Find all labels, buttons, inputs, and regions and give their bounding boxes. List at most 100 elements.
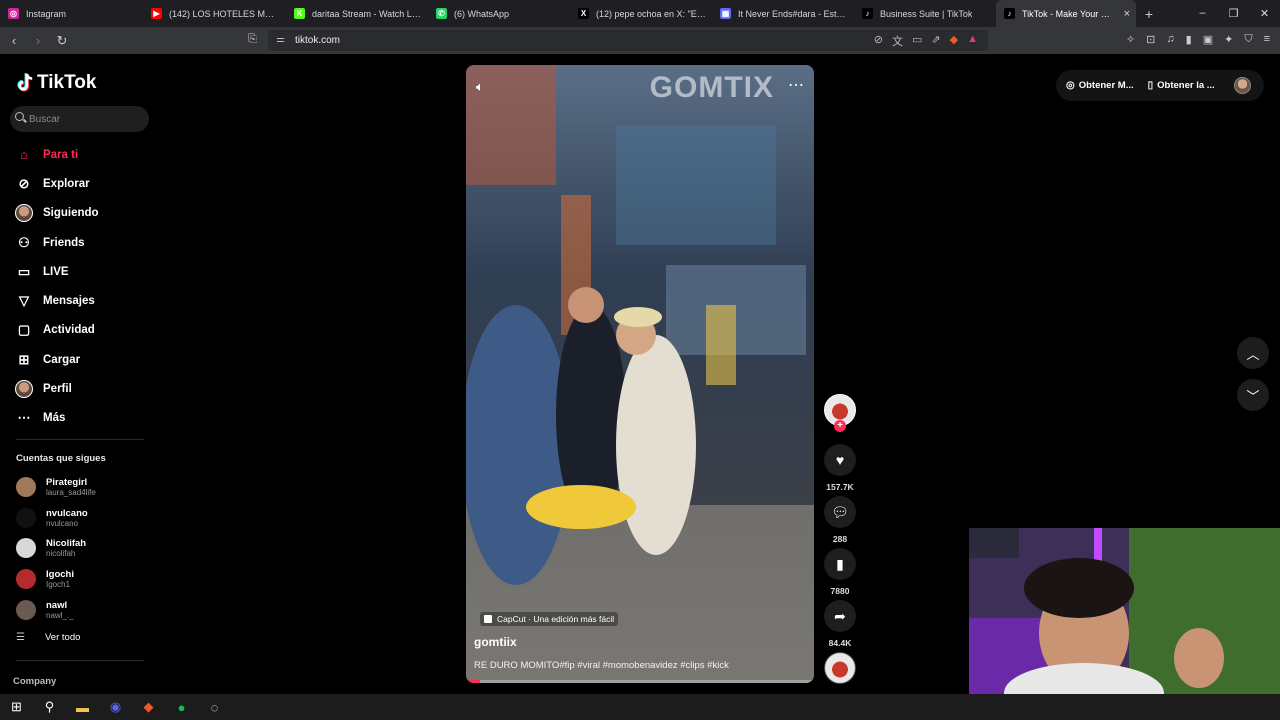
previous-video-button[interactable]: ︿ (1237, 337, 1269, 369)
tab-close-icon[interactable]: × (1124, 8, 1130, 20)
avatar (16, 507, 36, 528)
tab-favicon-icon: ♪ (1004, 8, 1015, 19)
video-more-icon[interactable]: ⋯ (788, 75, 804, 95)
get-app-button-2[interactable]: ▯ Obtener la ... (1148, 80, 1215, 91)
avatar (15, 380, 33, 399)
reload-icon[interactable]: ↻ (52, 33, 72, 49)
obs-button[interactable]: ◌ (198, 694, 231, 720)
start-button[interactable]: ⊞ (0, 694, 33, 720)
discord-icon: ◉ (109, 699, 122, 714)
taskbar: ⊞ ⚲ ▬ ◉ ◆ ● ◌ (0, 694, 1280, 720)
sidebar-item-label: Más (43, 412, 66, 425)
sidebar-item-m-s[interactable]: ⋯ Más (0, 404, 160, 433)
avatar (16, 599, 36, 620)
wallet-icon[interactable]: ▣ (1203, 33, 1213, 46)
video-progress-bar[interactable] (466, 680, 814, 683)
brave-rewards-icon[interactable]: ▲ (967, 33, 978, 49)
vpn-icon[interactable]: ⛉ (1244, 33, 1252, 46)
sidebar-item-perfil[interactable]: Perfil (0, 374, 160, 403)
mute-icon[interactable]: 🔈︎ (476, 79, 484, 95)
address-bar[interactable]: ⚌ tiktok.com ⊘ 文 ▭ ⇗ ◆ ▲ (268, 30, 988, 51)
sidebar-item-mensajes[interactable]: ▽ Mensajes (0, 286, 160, 315)
music-disc[interactable] (824, 652, 856, 684)
browser-tab[interactable]: X (12) pepe ochoa en X: "Es el mo (570, 0, 712, 27)
comment-button[interactable]: 💬︎ (824, 496, 856, 528)
extensions-icon[interactable]: ✧ (1126, 33, 1135, 46)
restore-icon[interactable]: ❐ (1218, 7, 1249, 20)
browser-tab[interactable]: ◎ Instagram (0, 0, 143, 27)
get-app-button[interactable]: ◎ Obtener M... (1066, 80, 1134, 91)
spotify-button[interactable]: ● (165, 694, 198, 720)
sidebar-item-cargar[interactable]: ⊞ Cargar (0, 345, 160, 374)
new-tab-button[interactable]: + (1136, 6, 1162, 22)
like-button[interactable]: ♥ (824, 444, 856, 476)
follow-plus-icon[interactable]: + (834, 420, 846, 432)
video-player[interactable]: 🔈︎ GOMTIX ⋯ CapCut · Una edición más fác… (466, 65, 814, 683)
chevron-up-icon: ︿ (1246, 346, 1260, 362)
browser-tab-strip: ◎ Instagram ▶ (142) LOS HOTELES MÁS RAROS Kd… (0, 0, 1280, 27)
capcut-tag[interactable]: CapCut · Una edición más fácil (480, 612, 619, 626)
video-caption[interactable]: RE DURO MOMITO#fip #viral #momobenavidez… (474, 660, 729, 671)
following-account[interactable]: nvulcano nvulcano (16, 503, 96, 534)
sidebar-item-siguiendo[interactable]: Siguiendo (0, 199, 160, 228)
following-account[interactable]: nawl nawl_._ (16, 594, 96, 625)
browser-tab[interactable]: ♪ TikTok - Make Your Day × (996, 0, 1136, 27)
translate-icon[interactable]: 文 (892, 33, 903, 49)
account-username: nicolifah (46, 549, 76, 559)
discord-button[interactable]: ◉ (99, 694, 132, 720)
close-window-icon[interactable]: ✕ (1249, 7, 1280, 20)
compass-icon: ⊘ (18, 175, 30, 191)
media-icon[interactable]: ⊘ (874, 33, 883, 49)
brave-button[interactable]: ◆ (132, 694, 165, 720)
account-username: laura_sad4life (46, 488, 96, 498)
search-taskbar-button[interactable]: ⚲ (33, 694, 66, 720)
company-link[interactable]: Company (13, 676, 56, 687)
brave-shield-icon[interactable]: ◆ (950, 33, 958, 49)
bookmark-icon[interactable]: ⎘ (248, 33, 257, 46)
browser-tab[interactable]: ▶ (142) LOS HOTELES MÁS RAROS (143, 0, 286, 27)
following-account[interactable]: Pirategirl laura_sad4life (16, 472, 96, 503)
sidebar-item-para-ti[interactable]: ⌂ Para ti (0, 140, 160, 169)
share-button[interactable]: ➦ (824, 600, 856, 632)
sidebar-item-actividad[interactable]: ▢ Actividad (0, 316, 160, 345)
browser-tab[interactable]: ♪ Business Suite | TikTok (854, 0, 996, 27)
sidebar-toggle-icon[interactable]: ▮ (1186, 33, 1192, 46)
menu-icon[interactable]: ≡ (1264, 33, 1270, 46)
more-icon: ⋯ (17, 410, 31, 426)
like-count: 157.7K (826, 482, 854, 492)
video-author[interactable]: gomtiix (474, 635, 517, 649)
search-input[interactable]: Buscar (10, 106, 149, 132)
sidebar-item-label: LIVE (43, 265, 69, 278)
sidebar-item-label: Explorar (43, 177, 90, 190)
upload-icon: ⊞ (18, 351, 30, 367)
following-account[interactable]: Igochi Igoch1 (16, 564, 96, 595)
tab-label: (12) pepe ochoa en X: "Es el mo (596, 8, 706, 19)
tab-label: Business Suite | TikTok (880, 8, 973, 19)
following-avatar (15, 204, 33, 223)
forward-icon[interactable]: › (28, 33, 48, 48)
tab-label: (142) LOS HOTELES MÁS RAROS (169, 8, 280, 19)
leo-icon[interactable]: ✦ (1224, 33, 1233, 46)
share-icon[interactable]: ⇗ (931, 33, 940, 49)
sidebar-item-friends[interactable]: ⚇ Friends (0, 228, 160, 257)
next-video-button[interactable]: ﹀ (1237, 379, 1269, 411)
browser-tab[interactable]: ▦ It Never Ends#dara - Estadístic (712, 0, 854, 27)
profile-avatar[interactable] (1234, 77, 1251, 94)
cast-icon[interactable]: ▭ (912, 33, 922, 49)
sidebar-item-live[interactable]: ▭ LIVE (0, 257, 160, 286)
screenshot-icon[interactable]: ⊡ (1146, 33, 1155, 46)
minimize-icon[interactable]: – (1187, 7, 1218, 20)
browser-tab[interactable]: Kdaritaa Stream - Watch Live on (286, 0, 428, 27)
music-icon[interactable]: ♫ (1166, 33, 1174, 46)
tiktok-logo[interactable]: TikTok (16, 72, 96, 94)
following-account[interactable]: Nicolifah nicolifah (16, 533, 96, 564)
sidebar-item-explorar[interactable]: ⊘ Explorar (0, 169, 160, 198)
browser-tab[interactable]: ✆ (6) WhatsApp (428, 0, 570, 27)
back-icon[interactable]: ‹ (4, 33, 24, 48)
see-all-link[interactable]: ☰ Ver todo (16, 632, 80, 643)
window-controls: – ❐ ✕ (1187, 7, 1280, 20)
video-frame (466, 65, 814, 683)
save-button[interactable]: ▮ (824, 548, 856, 580)
file-explorer-button[interactable]: ▬ (66, 694, 99, 720)
site-settings-icon[interactable]: ⚌ (276, 34, 285, 45)
